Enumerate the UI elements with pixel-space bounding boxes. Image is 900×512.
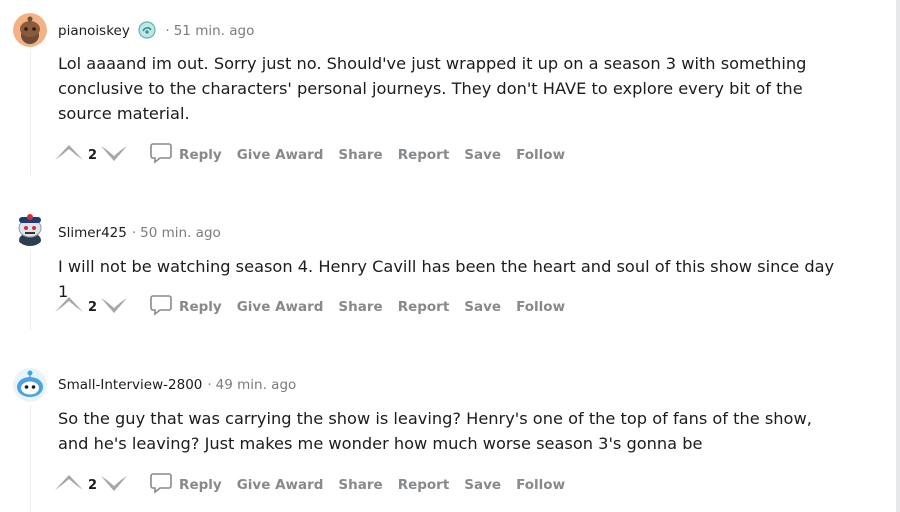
share-label: Share (338, 299, 383, 315)
downvote-icon[interactable] (99, 140, 129, 170)
blue-snoo-avatar-icon (13, 368, 47, 402)
save-label: Save (464, 299, 502, 315)
follow-button[interactable]: Follow (516, 299, 565, 315)
follow-button[interactable]: Follow (516, 477, 565, 493)
username[interactable]: Slimer425 (58, 225, 127, 241)
save-button[interactable]: Save (464, 147, 501, 163)
save-label: Save (464, 477, 502, 493)
thread-line[interactable] (30, 50, 31, 175)
report-label: Report (397, 477, 450, 493)
comment-bubble-icon (149, 293, 179, 321)
give-award-label: Give Award (236, 147, 324, 163)
reply-label: Reply (179, 477, 222, 493)
share-label: Share (338, 147, 383, 163)
comment: pianoiskey · 51 min. ago Lol aaaand im ou… (0, 0, 896, 180)
give-award-button[interactable]: Give Award (237, 147, 324, 163)
vote-score: 2 (88, 299, 98, 315)
save-button[interactable]: Save (464, 477, 501, 493)
reply-label: Reply (179, 299, 222, 315)
give-award-label: Give Award (236, 299, 324, 315)
downvote-icon[interactable] (99, 470, 129, 500)
save-button[interactable]: Save (464, 299, 501, 315)
vote-score: 2 (88, 477, 98, 493)
vote-group: 2 (52, 140, 129, 170)
comment: Small-Interview-2800 · 49 min. ago So the … (0, 355, 896, 512)
vote-group: 2 (52, 470, 129, 500)
report-button[interactable]: Report (398, 147, 450, 163)
avatar[interactable] (13, 13, 47, 47)
comment-meta: Slimer425 · 50 min. ago (58, 225, 221, 241)
save-label: Save (464, 147, 502, 163)
report-label: Report (397, 299, 450, 315)
follow-label: Follow (516, 477, 566, 493)
comment-actions: 2 Reply Give Award Share Report Save Fol… (52, 471, 580, 499)
comment-actions: 2 Reply Give Award Share Report Save Fol… (52, 293, 580, 321)
flair-badge-icon (138, 21, 156, 43)
username[interactable]: Small-Interview-2800 (58, 377, 202, 393)
avatar[interactable] (13, 368, 47, 402)
downvote-icon[interactable] (99, 292, 129, 322)
comment-meta: pianoiskey · 51 min. ago (58, 21, 254, 43)
username[interactable]: pianoiskey (58, 23, 130, 39)
comment-body: So the guy that was carrying the show is… (58, 409, 812, 453)
comment-meta: Small-Interview-2800 · 49 min. ago (58, 377, 297, 393)
follow-label: Follow (516, 147, 566, 163)
comment-body: Lol aaaand im out. Sorry just no. Should… (58, 54, 807, 123)
avatar[interactable] (13, 212, 47, 246)
upvote-icon[interactable] (52, 140, 86, 170)
report-button[interactable]: Report (398, 299, 450, 315)
comment-bubble-icon (149, 141, 179, 169)
thread-line[interactable] (30, 250, 31, 330)
vote-score: 2 (88, 147, 98, 163)
costume-snoo-avatar-icon (13, 212, 47, 246)
report-label: Report (397, 147, 450, 163)
share-button[interactable]: Share (338, 299, 382, 315)
comment-bubble-icon (149, 471, 179, 499)
give-award-button[interactable]: Give Award (237, 299, 324, 315)
comment: Slimer425 · 50 min. ago I will not be watc… (0, 195, 896, 345)
give-award-button[interactable]: Give Award (237, 477, 324, 493)
timestamp[interactable]: 51 min. ago (174, 23, 255, 39)
upvote-icon[interactable] (52, 292, 86, 322)
timestamp[interactable]: 50 min. ago (140, 225, 221, 241)
share-label: Share (338, 477, 383, 493)
give-award-label: Give Award (236, 477, 324, 493)
share-button[interactable]: Share (338, 147, 382, 163)
scrollbar-track[interactable] (896, 0, 900, 512)
reply-button[interactable]: Reply (149, 471, 222, 499)
reply-button[interactable]: Reply (149, 141, 222, 169)
timestamp[interactable]: 49 min. ago (216, 377, 297, 393)
orange-snoo-avatar-icon (13, 13, 47, 47)
reply-label: Reply (179, 147, 222, 163)
thread-line[interactable] (30, 405, 31, 512)
vote-group: 2 (52, 292, 129, 322)
share-button[interactable]: Share (338, 477, 382, 493)
follow-label: Follow (516, 299, 566, 315)
upvote-icon[interactable] (52, 470, 86, 500)
comment-actions: 2 Reply Give Award Share Report Save Fol… (52, 141, 580, 169)
follow-button[interactable]: Follow (516, 147, 565, 163)
reply-button[interactable]: Reply (149, 293, 222, 321)
report-button[interactable]: Report (398, 477, 450, 493)
